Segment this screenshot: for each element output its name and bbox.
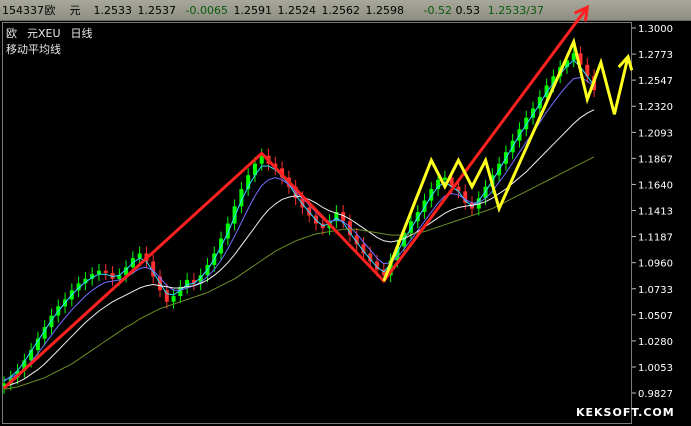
y-tick-label: 1.1187 [638,233,673,244]
y-tick-label: 1.0733 [638,285,673,296]
candle [531,101,536,125]
candle [246,168,251,196]
candle [225,216,230,246]
candle [185,273,190,294]
candle [96,263,101,282]
candle [49,308,54,334]
ma-short-line [3,59,595,382]
y-tick-label: 1.1867 [638,154,673,165]
y-tick-label: 1.2547 [638,76,673,87]
y-tick-label: 1.0507 [638,311,673,322]
candle [232,199,237,231]
candle [334,205,339,229]
watermark-logo: KEKSOFT.COM [576,406,675,419]
y-tick-label: 1.3000 [638,24,673,35]
candle [171,289,176,309]
y-tick-label: 1.0960 [638,259,673,270]
candle [422,193,427,219]
y-tick-label: 1.1640 [638,180,673,191]
price-chart: 1.3000 1.2773 1.2547 1.2320 1.2093 1.1867 1.16… [2,4,673,400]
y-tick-label: 0.9827 [638,389,673,400]
ma-mid-line [3,76,595,381]
candle [22,353,27,378]
candle [585,57,590,84]
y-tick-label: 1.0280 [638,337,673,348]
y-tick-label: 1.2093 [638,128,673,139]
candle [524,110,529,137]
y-tick-label: 1.0053 [638,363,673,374]
candle [103,263,108,280]
y-tick-label: 1.1413 [638,207,673,218]
y-tick-label: 1.2320 [638,102,673,113]
y-tick-label: 1.2773 [638,50,673,61]
candle [415,205,420,229]
